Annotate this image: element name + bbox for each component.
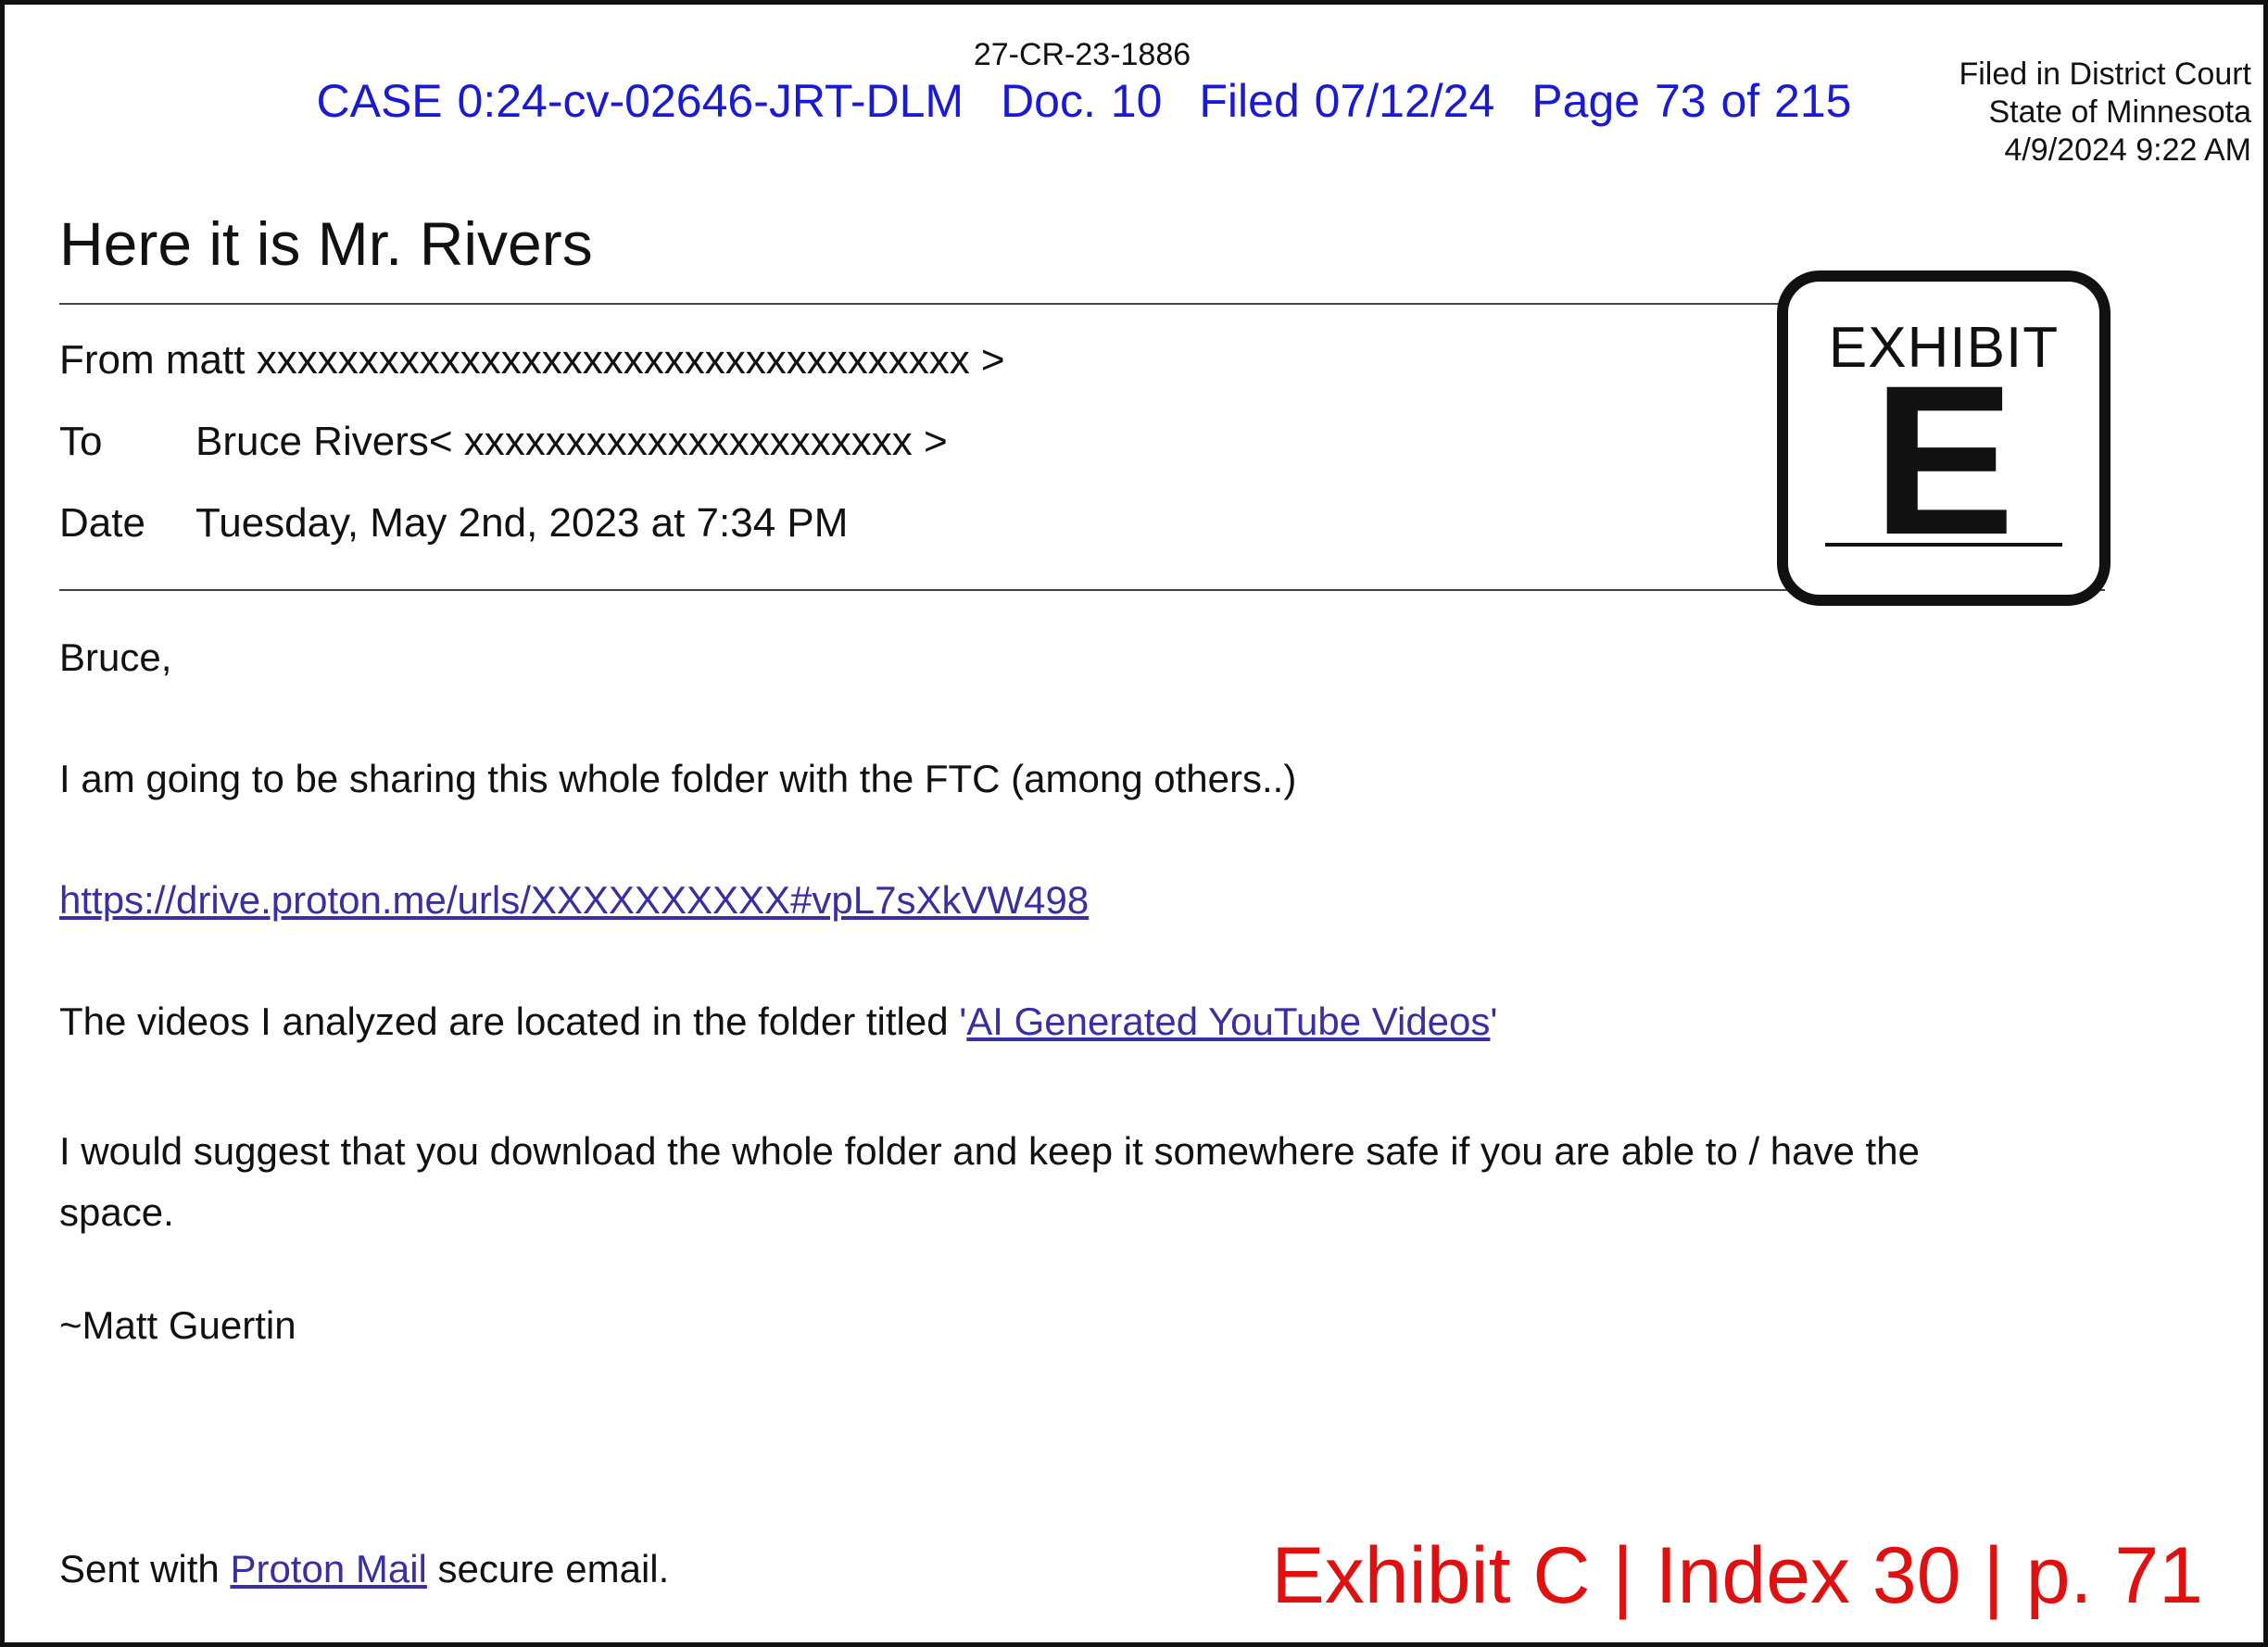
email-paragraph-videos: The videos I analyzed are located in the… bbox=[59, 1000, 1497, 1044]
filed-line-state: State of Minnesota bbox=[1988, 94, 2251, 130]
filed-line-court: Filed in District Court bbox=[1959, 57, 2251, 92]
to-row: To Bruce Rivers< xxxxxxxxxxxxxxxxxxxxxx > bbox=[59, 419, 948, 465]
exhibit-underline bbox=[1825, 543, 2062, 547]
federal-case-stamp: CASE 0:24-cv-02646-JRT-DLM Doc. 10 Filed 0… bbox=[0, 74, 2168, 128]
district-court-filing-stamp: Filed in District Court State of Minneso… bbox=[1959, 56, 2251, 170]
date-value: Tuesday, May 2nd, 2023 at 7:34 PM bbox=[195, 500, 849, 546]
to-label: To bbox=[59, 419, 103, 464]
email-paragraph-ftc: I am going to be sharing this whole fold… bbox=[59, 757, 1297, 800]
sent-with-prefix: Sent with bbox=[59, 1547, 231, 1590]
proton-drive-link[interactable]: https://drive.proton.me/urls/XXXXXXXXXX#… bbox=[59, 878, 1089, 922]
filed-date: Filed 07/12/24 bbox=[1199, 75, 1495, 127]
date-label: Date bbox=[59, 500, 145, 546]
page-count: Page 73 of 215 bbox=[1531, 75, 1852, 127]
doc-number: Doc. 10 bbox=[1001, 75, 1163, 127]
exhibit-letter: E bbox=[1872, 341, 2015, 579]
sent-with-suffix: secure email. bbox=[426, 1547, 670, 1590]
from-row: From matt xxxxxxxxxxxxxxxxxxxxxxxxxxxxxx… bbox=[59, 337, 1005, 383]
quote-close: ' bbox=[1490, 1000, 1498, 1043]
date-row: Date Tuesday, May 2nd, 2023 at 7:34 PM bbox=[59, 500, 848, 547]
case-id: CASE 0:24-cv-02646-JRT-DLM bbox=[316, 75, 964, 127]
email-subject: Here it is Mr. Rivers bbox=[59, 209, 593, 278]
drive-link-line: https://drive.proton.me/urls/XXXXXXXXXX#… bbox=[59, 878, 1089, 923]
email-greeting: Bruce, bbox=[59, 635, 172, 679]
sent-with-line: Sent with Proton Mail secure email. bbox=[59, 1547, 669, 1591]
exhibit-index-footer: Exhibit C | Index 30 | p. 71 bbox=[1271, 1531, 2203, 1620]
email-paragraph-suggestion: I would suggest that you download the wh… bbox=[59, 1129, 1920, 1234]
proton-mail-link[interactable]: Proton Mail bbox=[230, 1547, 426, 1590]
state-case-number: 27-CR-23-1886 bbox=[973, 37, 1191, 72]
folder-link[interactable]: AI Generated YouTube Videos bbox=[966, 1000, 1490, 1043]
filed-line-timestamp: 4/9/2024 9:22 AM bbox=[2004, 132, 2251, 168]
from-label: From bbox=[59, 337, 155, 383]
from-value: matt xxxxxxxxxxxxxxxxxxxxxxxxxxxxxxxxxxx… bbox=[165, 337, 1005, 383]
email-signature: ~Matt Guertin bbox=[59, 1303, 296, 1347]
videos-text: The videos I analyzed are located in the… bbox=[59, 1000, 960, 1043]
exhibit-e-stamp: EXHIBIT E bbox=[1777, 270, 2110, 606]
to-value: Bruce Rivers< xxxxxxxxxxxxxxxxxxxxxx > bbox=[195, 419, 948, 464]
